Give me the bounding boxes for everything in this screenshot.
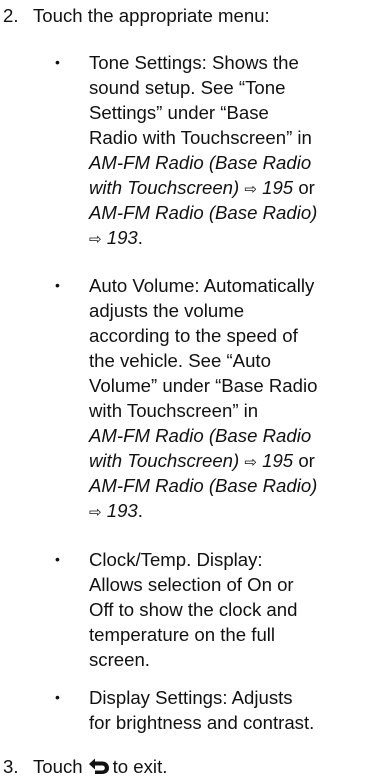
page-ref[interactable]: 193 bbox=[107, 500, 138, 521]
xref-link[interactable]: with Touchscreen) bbox=[89, 177, 239, 198]
step-text: Touch to exit. bbox=[33, 756, 168, 777]
bullet-text: Clock/Temp. Display: Allows selection of… bbox=[89, 549, 298, 670]
bullet-icon: • bbox=[55, 689, 60, 705]
step-number: 2. bbox=[3, 5, 19, 26]
step-text: Touch the appropriate menu: bbox=[33, 5, 270, 26]
manual-page: 2. Touch the appropriate menu: • Tone Se… bbox=[0, 0, 389, 779]
page-arrow-icon: ⇨ bbox=[89, 504, 102, 521]
back-arrow-icon bbox=[88, 758, 109, 774]
page-ref[interactable]: 195 bbox=[262, 177, 293, 198]
bullet-icon: • bbox=[55, 551, 60, 567]
page-arrow-icon: ⇨ bbox=[244, 181, 257, 198]
bullet-icon: • bbox=[55, 54, 60, 70]
bullet-text: Tone Settings: Shows the sound setup. Se… bbox=[89, 50, 389, 250]
page-arrow-icon: ⇨ bbox=[244, 454, 257, 471]
page-ref[interactable]: 195 bbox=[262, 450, 293, 471]
bullet-text: Auto Volume: Automatically adjusts the v… bbox=[89, 273, 389, 523]
bullet-text: Display Settings: Adjusts for brightness… bbox=[89, 687, 315, 733]
xref-link[interactable]: with Touchscreen) bbox=[89, 450, 239, 471]
xref-link[interactable]: AM-FM Radio (Base Radio) bbox=[89, 473, 389, 498]
page-arrow-icon: ⇨ bbox=[89, 231, 102, 248]
step-number: 3. bbox=[3, 756, 19, 777]
bullet-icon: • bbox=[55, 277, 60, 293]
xref-link[interactable]: AM-FM Radio (Base Radio bbox=[89, 150, 389, 175]
xref-link[interactable]: AM-FM Radio (Base Radio bbox=[89, 423, 389, 448]
xref-link[interactable]: AM-FM Radio (Base Radio) bbox=[89, 200, 389, 225]
page-ref[interactable]: 193 bbox=[107, 227, 138, 248]
